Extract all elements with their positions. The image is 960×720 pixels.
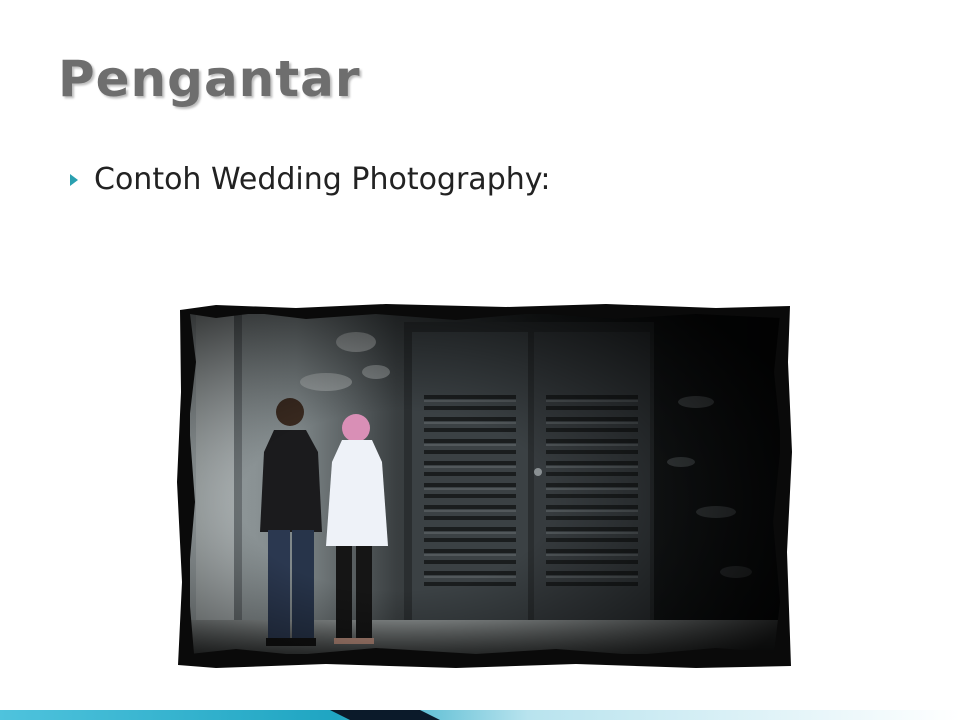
slide: Pengantar Contoh Wedding Photography: <box>0 0 960 720</box>
footer-decoration-bar <box>0 710 960 720</box>
slide-title: Pengantar <box>58 50 361 108</box>
bullet-text: Contoh Wedding Photography: <box>94 162 551 197</box>
wedding-couple-photo <box>177 304 792 668</box>
triangle-bullet-icon <box>70 173 78 186</box>
bullet-item: Contoh Wedding Photography: <box>70 162 550 197</box>
